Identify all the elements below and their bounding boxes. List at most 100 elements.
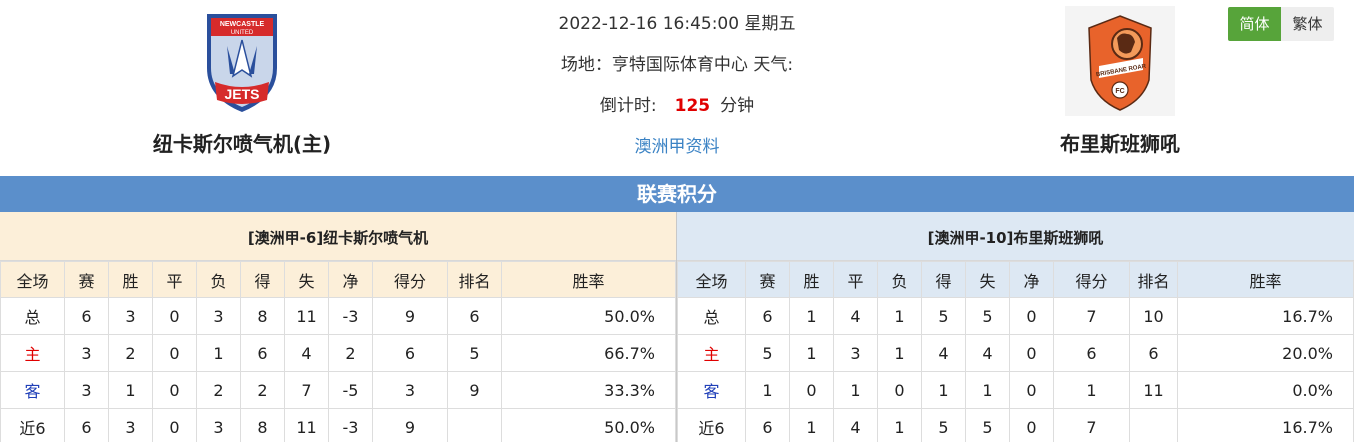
win-rate-cell: 20.0% — [1177, 334, 1354, 372]
table-cell: 6 — [64, 297, 109, 335]
column-header: 净 — [1009, 261, 1054, 298]
traditional-chinese-button[interactable]: 繁体 — [1281, 7, 1334, 41]
table-cell: 1 — [877, 297, 922, 335]
countdown-value: 125 — [674, 96, 711, 116]
league-standings-banner: 联赛积分 — [0, 176, 1354, 212]
table-cell: 0 — [152, 408, 197, 442]
table-cell: 2 — [328, 334, 373, 372]
table-row: 总 6 1 4 1 5 5 0 7 10 16.7% — [677, 297, 1354, 335]
table-cell: 1 — [1053, 371, 1130, 409]
table-cell: 0 — [1009, 334, 1054, 372]
column-header: 排名 — [1129, 261, 1178, 298]
logo-text-bottom: JETS — [224, 86, 259, 102]
home-standings-title: [澳洲甲-6]纽卡斯尔喷气机 — [0, 212, 676, 261]
column-header: 得 — [240, 261, 285, 298]
home-team: NEWCASTLE UNITED JETS 纽卡斯尔喷气机(主) — [92, 0, 392, 157]
table-cell: -5 — [328, 371, 373, 409]
table-cell: 2 — [196, 371, 241, 409]
logo-badge: FC — [1115, 88, 1124, 95]
table-cell: 8 — [240, 408, 285, 442]
table-cell: 1 — [745, 371, 790, 409]
table-cell: 0 — [789, 371, 834, 409]
win-rate-cell: 16.7% — [1177, 297, 1354, 335]
table-cell: 0 — [1009, 297, 1054, 335]
table-cell: 0 — [1009, 408, 1054, 442]
brisbane-roar-logo-icon: BRISBANE ROAR FC — [1065, 6, 1175, 116]
column-header: 胜率 — [1177, 261, 1354, 298]
table-cell: 3 — [64, 371, 109, 409]
league-link-line: 澳洲甲资料 — [477, 129, 877, 165]
column-header: 净 — [328, 261, 373, 298]
column-header: 得分 — [372, 261, 448, 298]
table-cell: 1 — [877, 334, 922, 372]
table-cell: 6 — [64, 408, 109, 442]
simplified-chinese-button[interactable]: 简体 — [1228, 7, 1281, 41]
table-cell: 1 — [789, 408, 834, 442]
table-cell: 0 — [152, 334, 197, 372]
table-cell: 6 — [745, 408, 790, 442]
table-cell: 9 — [372, 297, 448, 335]
table-cell: 11 — [284, 408, 329, 442]
table-row: 主 3 2 0 1 6 4 2 6 5 66.7% — [0, 334, 676, 372]
column-header: 排名 — [447, 261, 502, 298]
table-cell: 9 — [372, 408, 448, 442]
match-header: NEWCASTLE UNITED JETS 纽卡斯尔喷气机(主) 2022-12… — [0, 0, 1354, 176]
table-row: 主 5 1 3 1 4 4 0 6 6 20.0% — [677, 334, 1354, 372]
table-row: 近6 6 1 4 1 5 5 0 7 16.7% — [677, 408, 1354, 442]
logo-text-mid: UNITED — [231, 30, 254, 36]
table-cell: 0 — [1009, 371, 1054, 409]
table-row: 近6 6 3 0 3 8 11 -3 9 50.0% — [0, 408, 676, 442]
column-header: 赛 — [745, 261, 790, 298]
column-header: 失 — [965, 261, 1010, 298]
venue-line: 场地：亨特国际体育中心 天气: — [477, 47, 877, 83]
table-cell: 4 — [965, 334, 1010, 372]
column-header: 平 — [833, 261, 878, 298]
home-standings-body: 总 6 3 0 3 8 11 -3 9 6 50.0% 主 3 2 0 1 6 4 2 6 5 66.7% 客 3 1 0 2 2 7-… — [0, 297, 676, 442]
away-team-name[interactable]: 布里斯班狮吼 — [970, 128, 1270, 157]
table-cell: 7 — [1053, 408, 1130, 442]
table-cell: 1 — [877, 408, 922, 442]
column-header: 得 — [921, 261, 966, 298]
column-header: 全场 — [0, 261, 65, 298]
row-label: 近6 — [0, 408, 65, 442]
table-header-row: 全场赛胜平负得失净得分 排名 胜率 — [0, 261, 676, 298]
table-cell: 4 — [833, 297, 878, 335]
table-cell: 3 — [196, 297, 241, 335]
table-cell: 6 — [1053, 334, 1130, 372]
table-header-row: 全场赛胜平负得失净得分 排名 胜率 — [677, 261, 1354, 298]
column-header: 负 — [196, 261, 241, 298]
row-label: 总 — [677, 297, 746, 335]
table-cell — [447, 408, 502, 442]
column-header: 赛 — [64, 261, 109, 298]
table-cell: 4 — [921, 334, 966, 372]
table-cell: 5 — [447, 334, 502, 372]
table-cell: 6 — [372, 334, 448, 372]
column-header: 胜率 — [501, 261, 676, 298]
home-team-logo[interactable]: NEWCASTLE UNITED JETS — [187, 6, 297, 116]
countdown-unit: 分钟 — [720, 96, 755, 116]
table-cell: 3 — [108, 408, 153, 442]
table-cell: 5 — [921, 297, 966, 335]
table-cell: 11 — [1129, 371, 1178, 409]
away-standings-table: 全场赛胜平负得失净得分 排名 胜率 总 6 1 4 1 5 5 0 7 10 16.7% 主 5 1 3 1 4 4 0… — [677, 261, 1354, 442]
away-standings-title: [澳洲甲-10]布里斯班狮吼 — [677, 212, 1354, 261]
venue-label: 场地： — [560, 55, 612, 75]
table-row: 总 6 3 0 3 8 11 -3 9 6 50.0% — [0, 297, 676, 335]
home-team-name[interactable]: 纽卡斯尔喷气机(主) — [92, 128, 392, 157]
table-cell: 0 — [877, 371, 922, 409]
table-cell: 1 — [108, 371, 153, 409]
table-cell: 1 — [833, 371, 878, 409]
table-row: 客 1 0 1 0 1 1 0 1 11 0.0% — [677, 371, 1354, 409]
table-cell: 5 — [965, 297, 1010, 335]
table-cell: 5 — [965, 408, 1010, 442]
away-team-logo[interactable]: BRISBANE ROAR FC — [1065, 6, 1175, 116]
win-rate-cell: 16.7% — [1177, 408, 1354, 442]
table-cell: 4 — [284, 334, 329, 372]
table-cell: 6 — [240, 334, 285, 372]
row-label: 客 — [677, 371, 746, 409]
league-info-link[interactable]: 澳洲甲资料 — [635, 137, 720, 157]
home-standings-panel: [澳洲甲-6]纽卡斯尔喷气机 全场赛胜平负得失净得分 排名 胜率 总 6 3 0 3 8 11-… — [0, 212, 677, 442]
table-row: 客 3 1 0 2 2 7 -5 3 9 33.3% — [0, 371, 676, 409]
match-info: 2022-12-16 16:45:00 星期五 场地：亨特国际体育中心 天气: … — [477, 0, 877, 165]
venue-value: 亨特国际体育中心 — [611, 55, 748, 75]
